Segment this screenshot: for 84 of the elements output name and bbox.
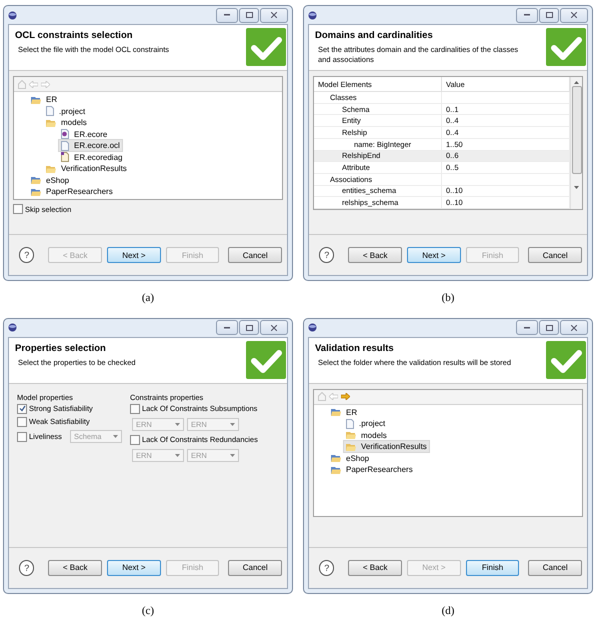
caret-icon [174, 422, 180, 426]
checkbox[interactable] [130, 404, 140, 414]
file-icon [61, 140, 69, 151]
forward-arrow-icon[interactable] [341, 393, 350, 400]
tree-item[interactable]: ER.ecore [58, 128, 110, 141]
wizard-button[interactable]: Next > [107, 560, 161, 576]
wizard-button[interactable]: Cancel [528, 560, 582, 576]
folder-icon [46, 118, 56, 127]
minimize-icon[interactable] [224, 326, 230, 328]
app-icon [8, 323, 17, 332]
diagram-file-icon [61, 152, 69, 162]
help-button[interactable]: ? [319, 247, 334, 263]
close-icon[interactable] [271, 324, 277, 330]
scroll-up-icon[interactable] [574, 81, 579, 84]
project-folder-icon [331, 466, 341, 474]
app-icon [308, 10, 317, 20]
minimize-icon[interactable] [524, 326, 530, 328]
minimize-icon[interactable] [524, 14, 530, 16]
folder-icon [346, 442, 356, 451]
tree-item[interactable]: VerificationResults [43, 162, 130, 176]
caret-icon [230, 454, 235, 456]
close-icon[interactable] [571, 12, 577, 18]
wizard-button[interactable]: Cancel [228, 247, 282, 263]
scrollbar[interactable] [570, 77, 582, 209]
project-folder-icon [331, 408, 341, 416]
help-button[interactable]: ? [19, 247, 34, 263]
tree-item[interactable]: eShop [328, 452, 372, 465]
tree-item[interactable]: ER.ecorediag [58, 150, 126, 164]
minimize-icon[interactable] [224, 14, 230, 16]
tree-item[interactable]: PaperResearchers [28, 185, 116, 198]
wizard-button[interactable]: < Back [348, 560, 402, 576]
wizard-button[interactable]: Next > [407, 247, 461, 263]
scroll-down-icon[interactable] [574, 186, 579, 189]
wizard-button[interactable]: Finish [466, 560, 520, 576]
tree-item[interactable]: VerificationResults [343, 440, 430, 454]
page-title: Properties selection [15, 342, 107, 354]
wizard-button[interactable]: < Back [348, 247, 402, 263]
help-button[interactable]: ? [319, 560, 334, 576]
figure-caption: (b) [442, 292, 454, 306]
project-folder-icon [31, 96, 41, 104]
figure-caption: (d) [442, 604, 454, 618]
checkbox[interactable] [17, 404, 27, 414]
caret-icon [112, 435, 118, 438]
tree-item[interactable]: .project [43, 104, 88, 118]
app-icon [8, 10, 17, 20]
tree-item[interactable]: ER.ecore.ocl [58, 139, 123, 152]
project-folder-icon [331, 454, 341, 462]
checkbox[interactable] [130, 434, 140, 444]
checkbox[interactable] [17, 432, 27, 442]
project-folder-icon [31, 188, 41, 196]
file-icon [346, 418, 354, 429]
maximize-icon[interactable] [546, 324, 552, 330]
wizard-button[interactable]: Cancel [528, 247, 582, 263]
tree-item[interactable]: PaperResearchers [328, 463, 416, 476]
tree-item[interactable]: ER [28, 93, 60, 106]
folder-icon [46, 164, 56, 173]
close-icon[interactable] [571, 324, 577, 330]
tree-item[interactable]: eShop [28, 174, 72, 187]
file-icon [46, 106, 54, 116]
caret-icon [230, 422, 235, 426]
page-title: Domains and cardinalities [315, 30, 434, 41]
maximize-icon[interactable] [246, 12, 252, 18]
figure-caption: (a) [142, 292, 154, 306]
help-button[interactable]: ? [19, 560, 34, 576]
maximize-icon[interactable] [246, 324, 252, 330]
project-folder-icon [31, 176, 41, 184]
folder-icon [346, 431, 356, 440]
wizard-button[interactable]: Cancel [228, 560, 282, 576]
close-icon[interactable] [271, 12, 277, 18]
tree-item[interactable]: models [43, 116, 90, 130]
caret-icon [174, 454, 180, 456]
tree-item[interactable]: models [343, 428, 390, 442]
checkbox[interactable] [13, 204, 23, 214]
tree-item[interactable]: .project [343, 417, 388, 430]
figure-caption: (c) [142, 604, 154, 618]
wizard-button[interactable]: < Back [48, 560, 102, 576]
tree-item[interactable]: ER [328, 406, 360, 419]
model-file-icon [61, 129, 69, 140]
page-title: OCL constraints selection [15, 30, 134, 41]
maximize-icon[interactable] [546, 12, 552, 18]
wizard-button[interactable]: Next > [107, 247, 161, 263]
app-icon [308, 323, 317, 332]
page-title: Validation results [315, 342, 395, 354]
checkbox[interactable] [17, 416, 27, 426]
